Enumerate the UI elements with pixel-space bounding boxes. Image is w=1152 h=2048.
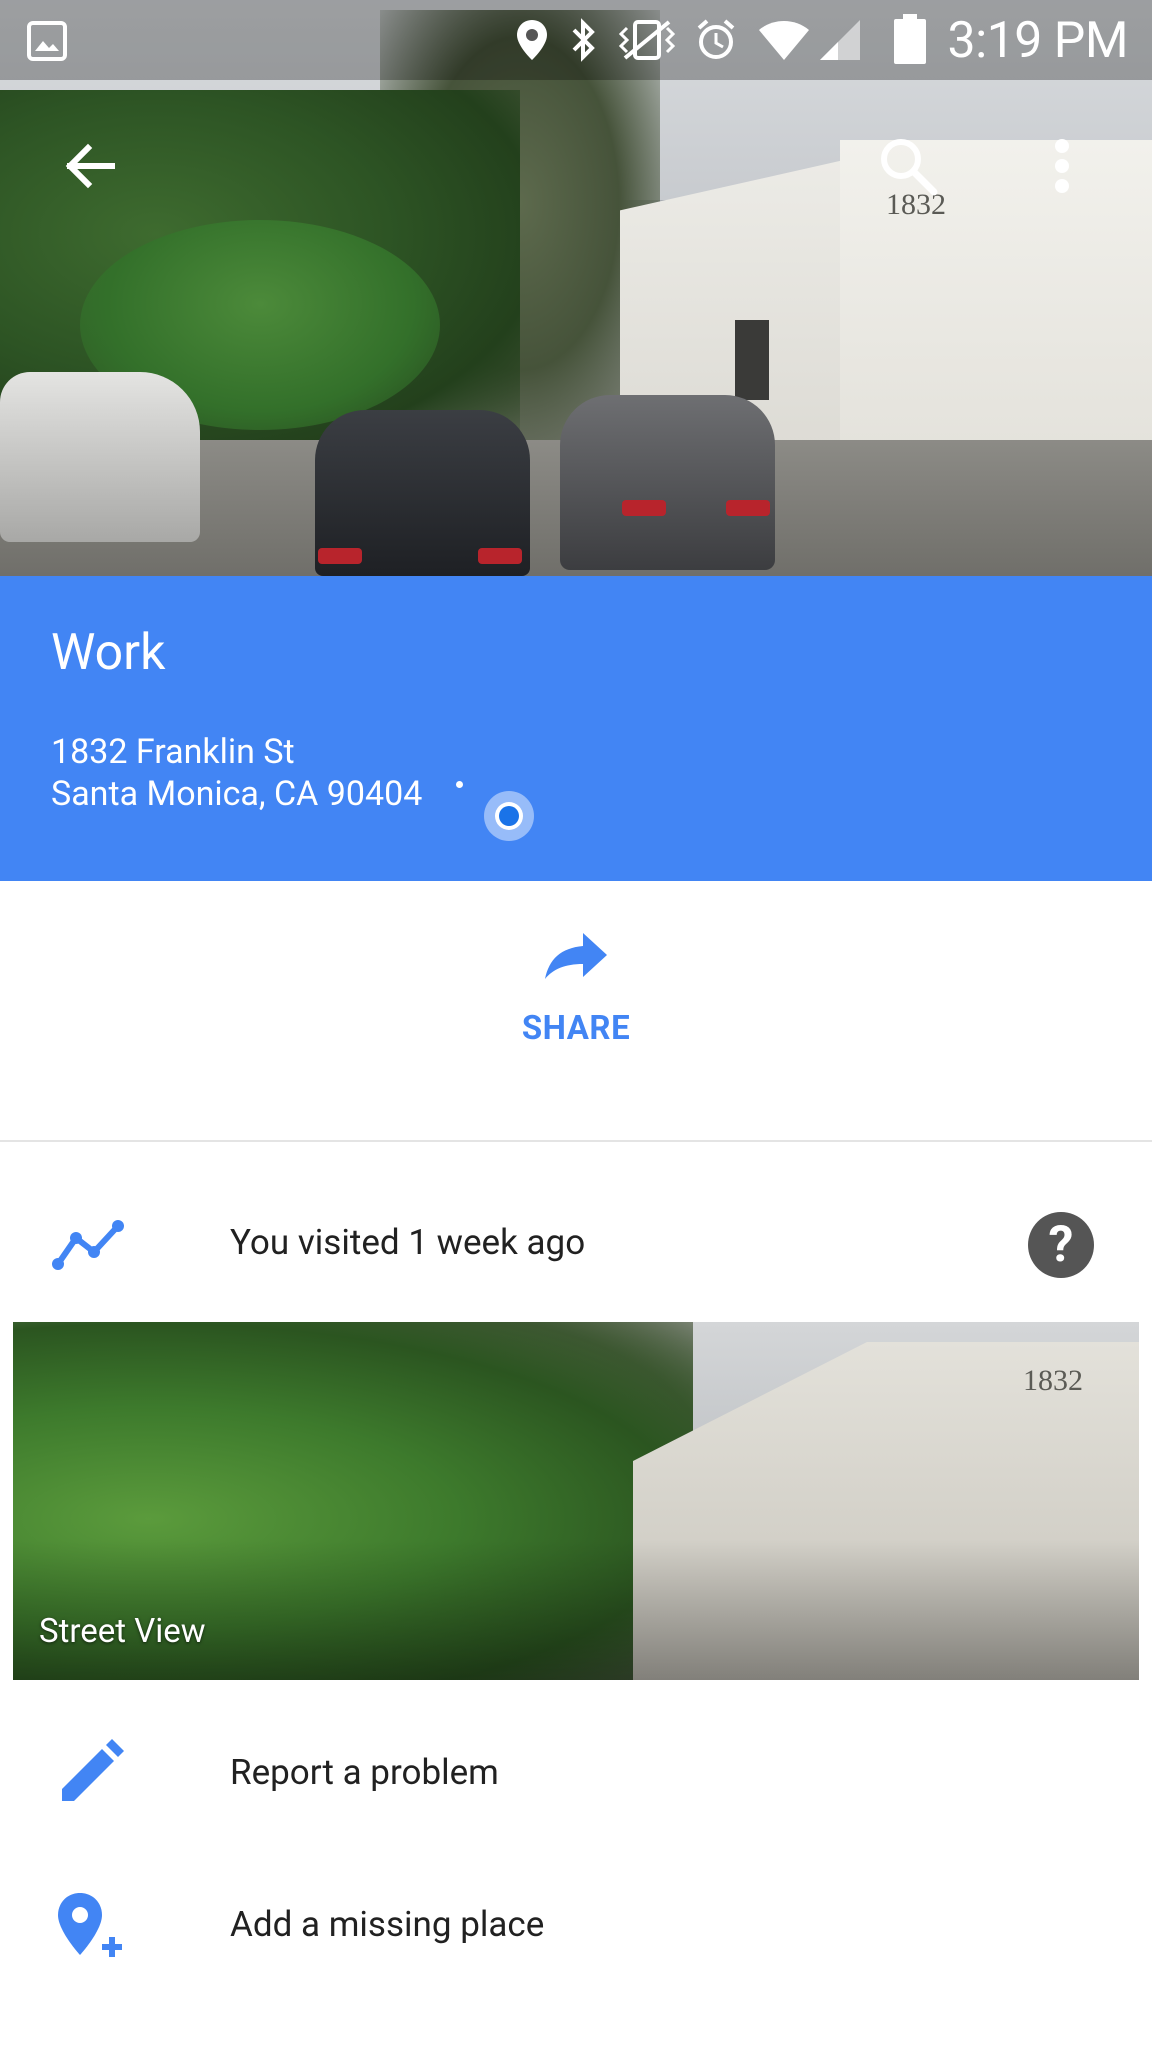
share-button[interactable]: SHARE [470, 931, 682, 1101]
street-view-label: Street View [39, 1612, 206, 1651]
gallery-icon [26, 20, 68, 66]
report-problem-label: Report a problem [230, 1752, 499, 1793]
timeline-icon [50, 1216, 126, 1276]
back-button[interactable] [42, 120, 138, 216]
hero-car-white [0, 372, 200, 542]
search-button[interactable] [860, 120, 956, 216]
current-location-icon [484, 791, 534, 841]
location-icon [515, 18, 549, 66]
street-view-building-number: 1832 [1023, 1364, 1083, 1397]
place-header: Work 1832 Franklin St Santa Monica, CA 9… [0, 576, 1152, 881]
help-icon: ? [1048, 1216, 1074, 1274]
status-bar: 3:19 PM [0, 0, 1152, 80]
street-view-shade [13, 1540, 1139, 1680]
search-icon [876, 134, 940, 202]
place-name: Work [51, 624, 166, 682]
address-line-2: Santa Monica, CA 90404 [51, 774, 423, 814]
add-location-icon [50, 1889, 130, 1969]
signal-icon [818, 18, 862, 66]
visited-text: You visited 1 week ago [230, 1222, 586, 1263]
wifi-icon [757, 18, 811, 66]
add-missing-place-label: Add a missing place [230, 1904, 545, 1945]
separator-dot [456, 781, 463, 788]
vibrate-icon [615, 18, 679, 66]
add-missing-place-row[interactable]: Add a missing place [0, 1864, 1152, 1984]
more-vert-icon [1052, 138, 1072, 198]
place-hero-photo[interactable]: 1832 [0, 0, 1152, 576]
alarm-icon [695, 18, 737, 66]
share-arrow-icon [543, 931, 609, 985]
more-options-button[interactable] [1014, 120, 1110, 216]
hero-taillight [726, 500, 770, 516]
help-button[interactable]: ? [1028, 1212, 1094, 1278]
battery-icon [894, 14, 926, 68]
address-line-1: 1832 Franklin St [51, 732, 295, 772]
bluetooth-icon [568, 18, 598, 66]
street-view-thumbnail[interactable]: 1832 Street View [13, 1322, 1139, 1680]
hero-taillight [622, 500, 666, 516]
hero-car-gray [560, 395, 775, 570]
hero-window [735, 320, 769, 400]
visit-history-row[interactable]: You visited 1 week ago ? [0, 1190, 1152, 1302]
hero-taillight [318, 548, 362, 564]
report-problem-row[interactable]: Report a problem [0, 1712, 1152, 1832]
pencil-icon [50, 1737, 130, 1817]
share-label: SHARE [521, 1009, 631, 1048]
status-time: 3:19 PM [947, 12, 1128, 70]
hero-taillight [478, 548, 522, 564]
action-bar: SHARE [0, 881, 1152, 1141]
divider [0, 1140, 1152, 1142]
arrow-back-icon [62, 138, 118, 198]
